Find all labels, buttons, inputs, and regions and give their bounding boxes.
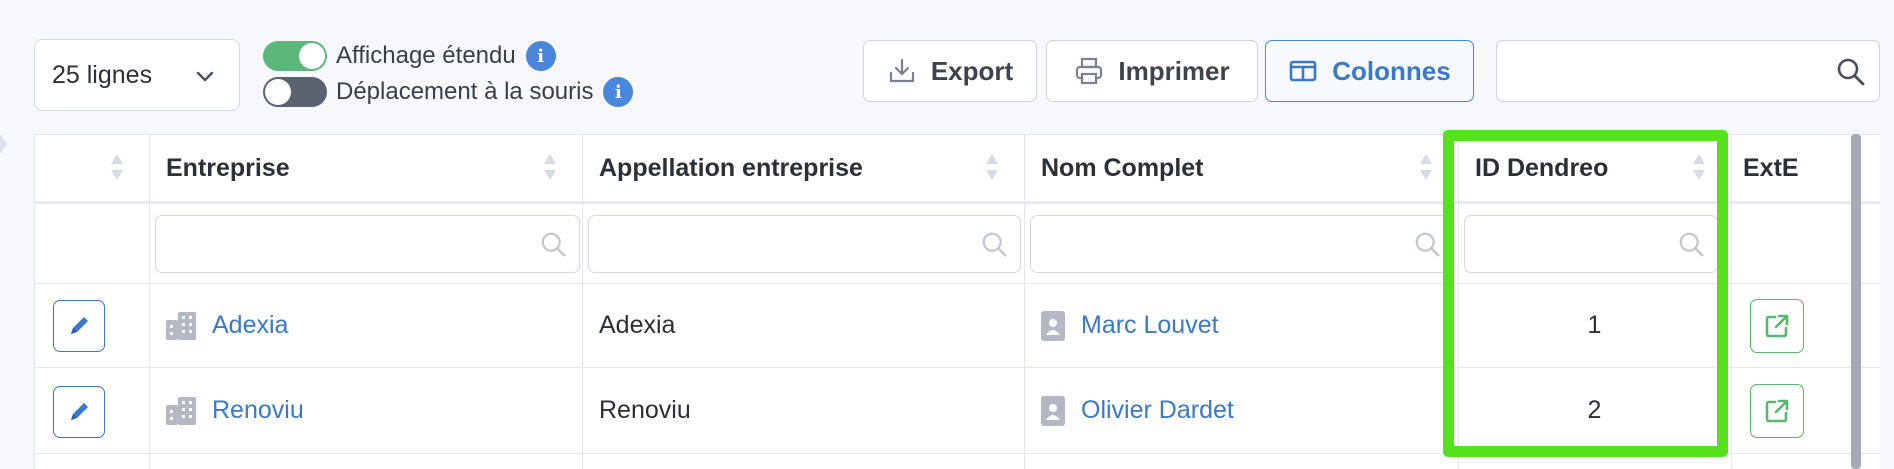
entreprise-link[interactable]: Adexia — [212, 311, 288, 340]
column-header-exte[interactable]: ExtE — [1743, 135, 1799, 201]
edit-button[interactable] — [53, 386, 105, 438]
contact-card-icon — [1041, 395, 1065, 426]
external-link-icon — [1765, 399, 1789, 423]
header-divider — [35, 201, 1880, 204]
id-dendreo-cell: 2 — [1587, 396, 1602, 424]
info-icon[interactable]: i — [603, 77, 634, 107]
sort-icon[interactable] — [984, 152, 1000, 182]
filter-input-appellation[interactable] — [588, 215, 1021, 273]
building-icon — [166, 311, 196, 340]
left-edge-marker — [0, 134, 7, 154]
printer-icon — [1076, 57, 1103, 85]
search-icon — [1679, 232, 1704, 257]
column-header-entreprise[interactable]: Entreprise — [166, 135, 290, 201]
extended-view-switch[interactable] — [263, 41, 327, 71]
external-link-icon — [1765, 314, 1789, 338]
sort-icon[interactable] — [1418, 152, 1434, 182]
chevron-down-icon — [196, 71, 214, 82]
column-header-nom-complet[interactable]: Nom Complet — [1041, 135, 1204, 201]
filter-input-id-dendreo[interactable] — [1464, 215, 1718, 273]
appellation-cell: Adexia — [599, 311, 676, 339]
columns-button[interactable]: Colonnes — [1265, 40, 1474, 102]
vertical-scrollbar[interactable] — [1851, 134, 1861, 469]
contact-card-icon — [1041, 310, 1065, 341]
search-icon — [982, 232, 1007, 257]
export-label: Export — [930, 55, 1014, 86]
switch-knob — [299, 43, 325, 69]
column-divider — [149, 135, 150, 469]
external-link-button[interactable] — [1750, 299, 1804, 353]
filter-input-nom-complet[interactable] — [1030, 215, 1454, 273]
building-icon — [166, 396, 196, 425]
info-icon[interactable]: i — [525, 41, 556, 71]
pencil-icon — [71, 317, 88, 334]
column-divider — [1731, 135, 1732, 469]
mouse-move-toggle-row: Déplacement à la souris i — [263, 77, 634, 107]
entreprise-link[interactable]: Renoviu — [212, 396, 304, 425]
search-icon — [541, 232, 566, 257]
column-header-id-dendreo[interactable]: ID Dendreo — [1475, 135, 1608, 201]
print-button[interactable]: Imprimer — [1046, 40, 1258, 102]
row-divider — [35, 453, 1880, 454]
id-dendreo-cell: 1 — [1587, 311, 1602, 339]
external-link-button[interactable] — [1750, 384, 1804, 438]
nom-complet-cell: Marc Louvet — [1041, 284, 1219, 367]
download-icon — [889, 58, 914, 83]
data-table: Entreprise Appellation entreprise Nom Co… — [34, 134, 1880, 469]
column-divider — [1024, 135, 1025, 469]
columns-icon — [1289, 60, 1317, 82]
extended-view-label: Affichage étendu — [336, 42, 516, 69]
nom-complet-cell: Olivier Dardet — [1041, 368, 1234, 453]
rows-per-page-select[interactable]: 25 lignes — [34, 39, 240, 111]
column-header-appellation[interactable]: Appellation entreprise — [599, 135, 863, 201]
mouse-move-label: Déplacement à la souris — [336, 78, 594, 105]
contact-link[interactable]: Olivier Dardet — [1081, 396, 1234, 425]
edit-button[interactable] — [53, 300, 105, 352]
search-icon — [1837, 58, 1865, 86]
column-divider — [582, 135, 583, 469]
switch-knob — [265, 79, 291, 105]
rows-per-page-value: 25 lignes — [52, 60, 153, 89]
sort-icon[interactable] — [542, 152, 558, 182]
extended-view-toggle-row: Affichage étendu i — [263, 41, 556, 71]
sort-icon[interactable] — [1691, 152, 1707, 182]
pencil-icon — [71, 403, 88, 420]
filter-input-entreprise[interactable] — [155, 215, 580, 273]
sort-icon[interactable] — [109, 152, 125, 182]
global-search-input[interactable] — [1496, 40, 1880, 102]
mouse-move-switch[interactable] — [263, 77, 327, 107]
search-icon — [1415, 232, 1440, 257]
columns-label: Colonnes — [1332, 55, 1451, 86]
appellation-cell: Renoviu — [599, 396, 691, 424]
entreprise-cell: Renoviu — [166, 368, 304, 453]
entreprise-cell: Adexia — [166, 284, 288, 367]
export-button[interactable]: Export — [863, 40, 1037, 102]
contact-link[interactable]: Marc Louvet — [1081, 311, 1219, 340]
print-label: Imprimer — [1118, 55, 1230, 86]
